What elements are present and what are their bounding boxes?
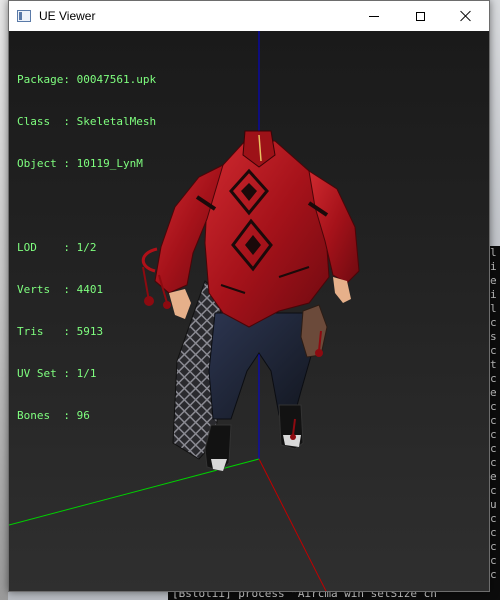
window-title: UE Viewer xyxy=(39,9,96,23)
info-lod-label: LOD xyxy=(17,241,64,254)
info-class-label: Class xyxy=(17,115,64,128)
info-uvset-label: UV Set xyxy=(17,367,64,380)
app-window-icon xyxy=(17,10,31,22)
3d-viewport[interactable]: Package: 00047561.upk Class : SkeletalMe… xyxy=(9,31,489,591)
info-package-label: Package xyxy=(17,73,64,86)
info-bones-row: Bones : 96 xyxy=(17,409,90,422)
info-tris-value: 5913 xyxy=(76,325,104,338)
info-bones-label: Bones xyxy=(17,409,64,422)
info-uvset-row: UV Set : 1/1 xyxy=(17,367,97,380)
info-verts-row: Verts : 4401 xyxy=(17,283,104,296)
info-object-label: Object xyxy=(17,157,64,170)
info-tris-row: Tris : 5913 xyxy=(17,325,104,338)
info-object-value: 10119_LynM xyxy=(76,157,143,170)
window-controls xyxy=(351,1,489,31)
info-object-row: Object : 10119_LynM xyxy=(17,157,143,170)
skeletal-mesh-character xyxy=(141,130,360,472)
background-console-bottom: [Bstotii] process ”Aircma win setSize cn xyxy=(168,592,500,600)
maximize-icon xyxy=(415,11,425,21)
info-verts-value: 4401 xyxy=(76,283,104,296)
info-class-value: SkeletalMesh xyxy=(76,115,157,128)
background-window-edge xyxy=(0,0,8,600)
info-spacer xyxy=(17,199,156,213)
minimize-button[interactable] xyxy=(351,1,397,31)
close-button[interactable] xyxy=(443,1,489,31)
axis-y-line xyxy=(258,458,327,591)
ue-viewer-window[interactable]: UE Viewer Package: 00047561.upk Class: … xyxy=(8,0,490,592)
minimize-icon xyxy=(369,15,379,17)
info-package-row: Package: 00047561.upk xyxy=(17,73,157,86)
info-class-row: Class : SkeletalMesh xyxy=(17,115,157,128)
title-bar[interactable]: UE Viewer xyxy=(9,1,489,31)
info-tris-label: Tris xyxy=(17,325,64,338)
info-bones-value: 96 xyxy=(76,409,90,422)
info-lod-value: 1/2 xyxy=(76,241,97,254)
info-uvset-value: 1/1 xyxy=(76,367,97,380)
info-lod-row: LOD : 1/2 xyxy=(17,241,97,254)
close-icon xyxy=(460,10,472,22)
info-verts-label: Verts xyxy=(17,283,64,296)
info-package-value: 00047561.upk xyxy=(76,73,157,86)
background-console-text: [Bstotii] process ”Aircma win setSize cn xyxy=(172,592,437,600)
mesh-info-overlay: Package: 00047561.upk Class : SkeletalMe… xyxy=(17,45,156,451)
maximize-button[interactable] xyxy=(397,1,443,31)
